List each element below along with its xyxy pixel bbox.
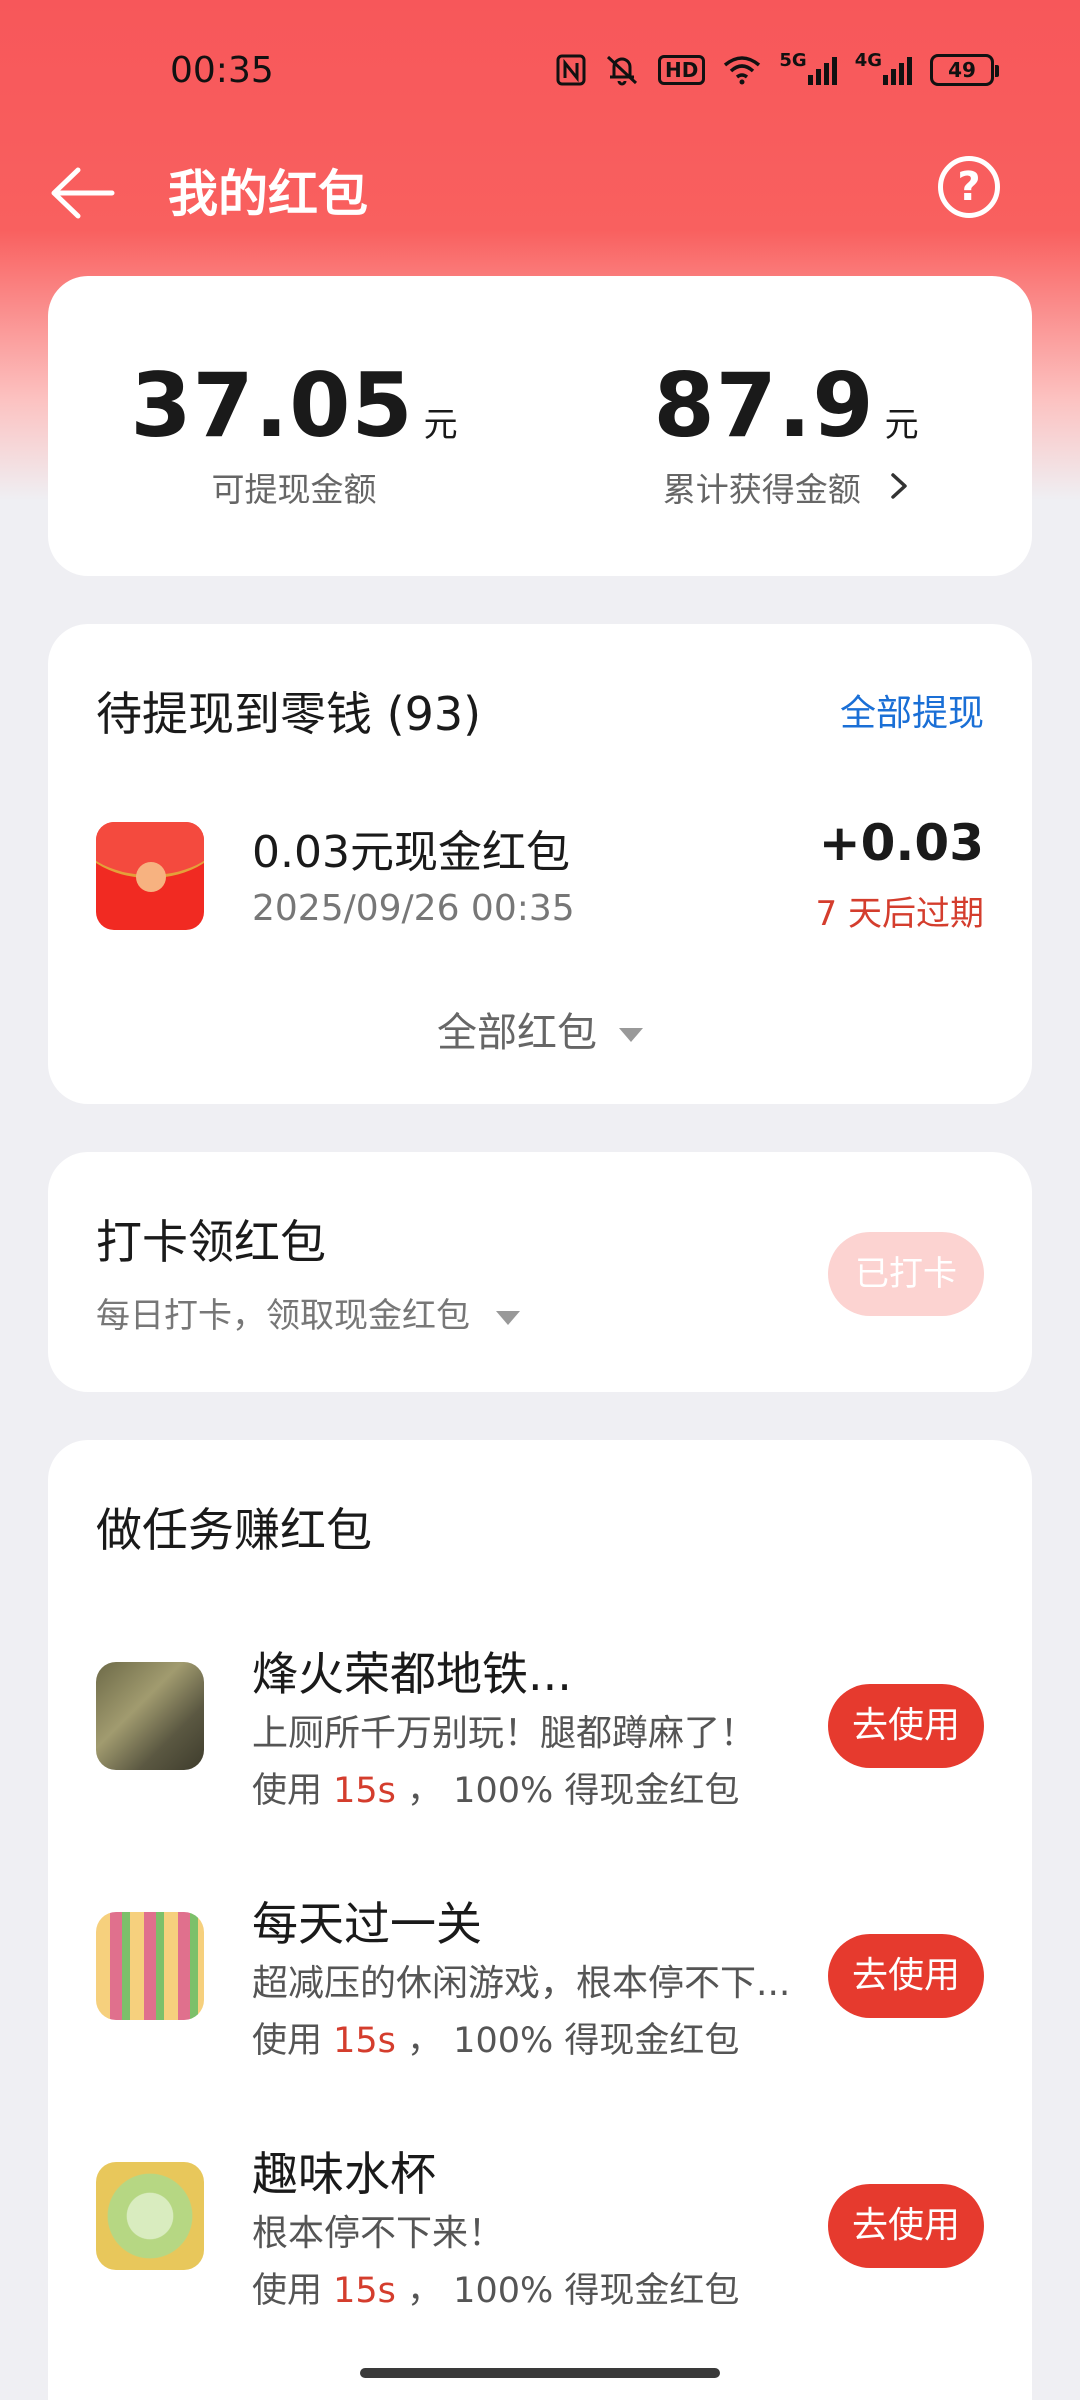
task-reward-time: 15s <box>333 1771 396 1811</box>
task-section-title: 做任务赚红包 <box>96 1503 372 1557</box>
withdrawable-unit: 元 <box>423 405 458 445</box>
red-packet-date: 2025/09/26 00:35 <box>252 888 575 929</box>
task-reward-time: 15s <box>333 2021 396 2061</box>
checkin-subtitle: 每日打卡，领取现金红包 <box>96 1296 470 1336</box>
total-unit: 元 <box>884 405 919 445</box>
withdrawable-balance: 37.05 元 可提现金额 <box>48 354 540 511</box>
withdraw-all-link[interactable]: 全部提现 <box>840 684 984 736</box>
task-desc: 上厕所千万别玩！腿都蹲麻了！ <box>252 1713 757 1754</box>
task-desc: 超减压的休闲游戏，根本停不下... <box>252 1963 791 2004</box>
checkin-card: 打卡领红包 每日打卡，领取现金红包 已打卡 <box>48 1152 1032 1392</box>
page-title: 我的红包 <box>168 165 368 223</box>
game-icon-subway <box>96 1662 204 1770</box>
all-redpacks-toggle[interactable]: 全部红包 <box>48 1000 1032 1058</box>
task-row: 趣味水杯 根本停不下来！ 使用 15s ， 100% 得现金红包 去使用 <box>48 2120 1032 2320</box>
all-redpacks-label: 全部红包 <box>437 1010 597 1056</box>
home-indicator[interactable] <box>360 2368 720 2378</box>
task-row: 每天过一关 超减压的休闲游戏，根本停不下... 使用 15s ， 100% 得现… <box>48 1870 1032 2070</box>
task-reward: 使用 15s ， 100% 得现金红包 <box>252 1771 740 1811</box>
game-icon-daily-level <box>96 1912 204 2020</box>
signal-4g-icon: 4G <box>855 52 912 88</box>
task-desc: 根本停不下来！ <box>252 2213 505 2254</box>
total-earned[interactable]: 87.9 元 累计获得金额 <box>540 354 1032 511</box>
total-amount: 87.9 <box>653 354 875 457</box>
question-icon: ? <box>957 164 981 210</box>
caret-down-icon <box>496 1310 520 1325</box>
red-packet-amount: +0.03 <box>818 814 984 872</box>
game-icon-water-cup <box>96 2162 204 2270</box>
red-packet-title: 0.03元现金红包 <box>252 827 570 878</box>
nfc-icon <box>556 52 586 88</box>
balance-card: 37.05 元 可提现金额 87.9 元 累计获得金额 <box>48 276 1032 576</box>
app-header: 我的红包 ? <box>0 140 1080 270</box>
battery-icon: 49 <box>930 54 999 86</box>
use-button[interactable]: 去使用 <box>828 1934 984 2018</box>
task-reward: 使用 15s ， 100% 得现金红包 <box>252 2271 740 2311</box>
task-reward: 使用 15s ， 100% 得现金红包 <box>252 2021 740 2061</box>
task-title: 趣味水杯 <box>252 2147 436 2201</box>
use-button[interactable]: 去使用 <box>828 2184 984 2268</box>
pending-withdraw-card: 待提现到零钱 (93) 全部提现 0.03元现金红包 2025/09/26 00… <box>48 624 1032 1104</box>
task-card: 做任务赚红包 烽火荣都地铁... 上厕所千万别玩！腿都蹲麻了！ 使用 15s ，… <box>48 1440 1032 2400</box>
task-row: 烽火荣都地铁... 上厕所千万别玩！腿都蹲麻了！ 使用 15s ， 100% 得… <box>48 1620 1032 1820</box>
total-label: 累计获得金额 <box>662 470 861 509</box>
status-icons: HD 5G 4G 49 <box>556 52 999 88</box>
hd-icon: HD <box>658 55 706 85</box>
checkin-title: 打卡领红包 <box>96 1215 326 1269</box>
status-time: 00:35 <box>170 50 274 91</box>
caret-down-icon <box>619 1028 643 1042</box>
withdrawable-amount: 37.05 <box>130 354 414 457</box>
withdrawable-label: 可提现金额 <box>211 470 377 509</box>
red-packet-expire: 7 天后过期 <box>815 894 984 934</box>
status-bar: 00:35 HD 5G 4G 49 <box>0 0 1080 140</box>
use-button[interactable]: 去使用 <box>828 1684 984 1768</box>
wifi-icon <box>723 52 761 88</box>
task-reward-time: 15s <box>333 2271 396 2311</box>
signal-5g-icon: 5G <box>779 52 837 88</box>
red-packet-icon <box>96 822 204 930</box>
task-title: 烽火荣都地铁... <box>252 1647 572 1701</box>
checked-in-button[interactable]: 已打卡 <box>828 1232 984 1316</box>
checkin-subtitle-row[interactable]: 每日打卡，领取现金红包 <box>96 1288 520 1337</box>
task-title: 每天过一关 <box>252 1897 482 1951</box>
back-button[interactable] <box>48 158 118 228</box>
help-button[interactable]: ? <box>938 156 1000 218</box>
arrow-left-icon <box>51 167 115 219</box>
pending-title: 待提现到零钱 (93) <box>96 687 482 741</box>
mute-icon <box>604 52 640 88</box>
chevron-right-icon <box>889 470 909 510</box>
